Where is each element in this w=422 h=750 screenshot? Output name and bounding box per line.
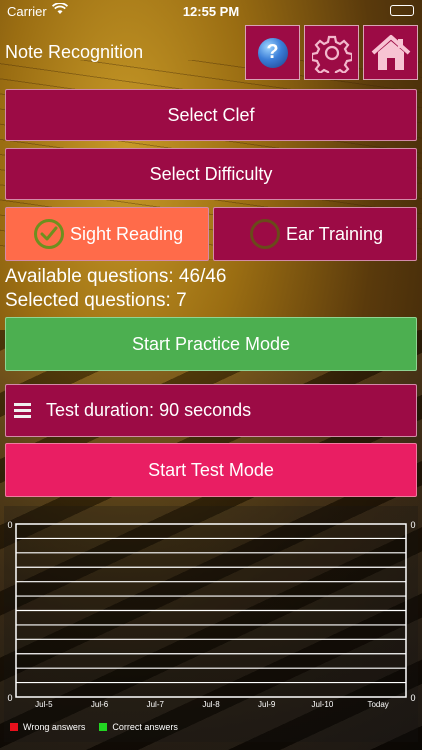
results-chart: 0 0 0 0 Jul-5 Jul-6 Jul-7 Jul-8 Jul-9 Jul-10 Today xyxy=(4,506,418,742)
chart-x-tick-label: Jul-8 xyxy=(202,700,220,709)
menu-icon xyxy=(14,403,31,418)
legend-wrong-swatch xyxy=(10,723,18,731)
chart-x-tick-label: Jul-6 xyxy=(91,700,109,709)
legend-correct: Correct answers xyxy=(99,722,178,732)
chart-x-tick-label: Jul-10 xyxy=(312,700,334,709)
results-chart-svg: 0 0 0 0 Jul-5 Jul-6 Jul-7 Jul-8 Jul-9 Jul-10 Today xyxy=(7,520,415,709)
chart-y-tick-right-top: 0 xyxy=(410,520,415,530)
battery-icon xyxy=(390,5,414,16)
chart-y-tick-left-top: 0 xyxy=(7,520,12,530)
home-button[interactable] xyxy=(363,25,418,80)
status-time: 12:55 PM xyxy=(182,4,240,19)
selected-questions-text: Selected questions: 7 xyxy=(5,290,187,311)
page-title: Note Recognition xyxy=(5,42,144,62)
chart-y-tick-left-bottom: 0 xyxy=(7,693,12,703)
ear-training-button[interactable]: Ear Training xyxy=(213,207,417,261)
legend-wrong: Wrong answers xyxy=(10,722,85,732)
available-questions-text: Available questions: 46/46 xyxy=(5,266,227,287)
chart-x-tick-label: Jul-7 xyxy=(147,700,165,709)
status-bar: Carrier 12:55 PM xyxy=(0,0,422,22)
start-test-button[interactable]: Start Test Mode xyxy=(5,443,417,497)
legend-correct-swatch xyxy=(99,723,108,731)
radio-circle-icon xyxy=(250,219,280,249)
chart-x-tick-label: Today xyxy=(367,700,388,709)
chart-x-tick-label: Jul-9 xyxy=(258,700,276,709)
sight-reading-button[interactable]: Sight Reading xyxy=(5,207,209,261)
start-practice-button[interactable]: Start Practice Mode xyxy=(5,317,417,371)
home-icon xyxy=(371,34,410,70)
legend-correct-label: Correct answers xyxy=(112,722,178,732)
chart-legend: Wrong answers Correct answers xyxy=(10,722,192,732)
settings-button[interactable] xyxy=(304,25,359,80)
test-duration-label: Test duration: 90 seconds xyxy=(46,400,252,420)
help-button[interactable]: ? xyxy=(245,25,300,80)
sight-reading-label: Sight Reading xyxy=(70,223,184,244)
help-icon: ? xyxy=(257,37,288,68)
select-clef-button[interactable]: Select Clef xyxy=(5,89,417,141)
gear-icon xyxy=(311,35,352,73)
test-duration-selector[interactable]: Test duration: 90 seconds xyxy=(5,384,417,437)
check-circle-icon xyxy=(34,219,64,249)
chart-x-tick-label: Jul-5 xyxy=(35,700,53,709)
ear-training-label: Ear Training xyxy=(286,223,384,244)
legend-wrong-label: Wrong answers xyxy=(23,722,86,732)
select-difficulty-button[interactable]: Select Difficulty xyxy=(5,148,417,200)
chart-y-tick-right-bottom: 0 xyxy=(410,693,415,703)
